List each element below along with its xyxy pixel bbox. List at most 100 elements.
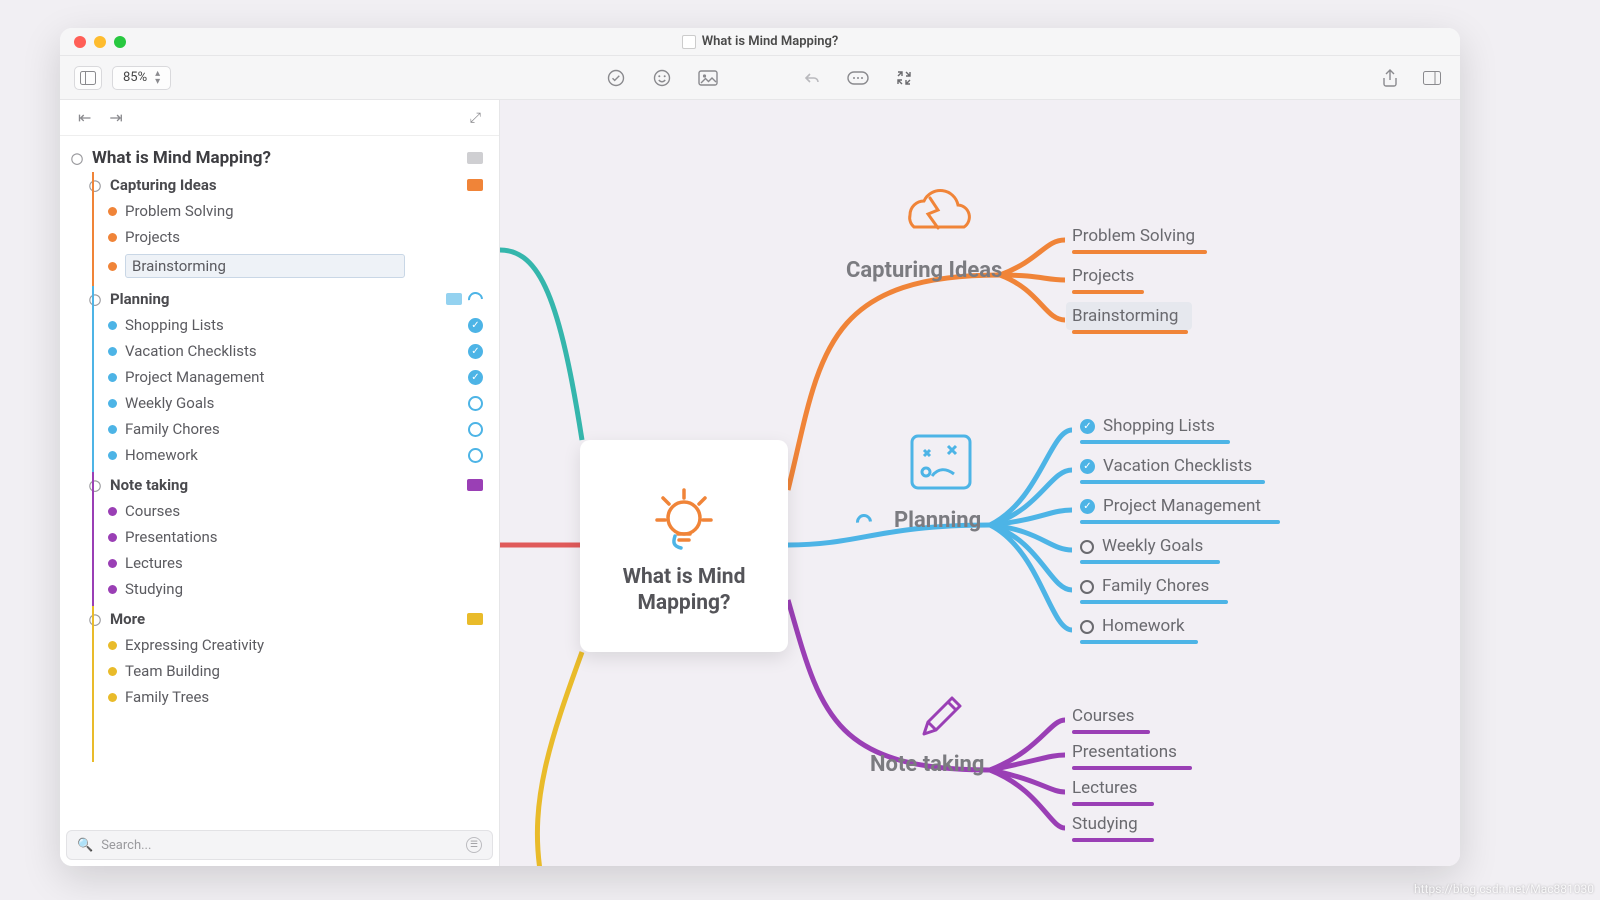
outline-item-editing[interactable]: Brainstorming (66, 250, 487, 282)
outline-item[interactable]: Projects (66, 224, 487, 250)
outline-item[interactable]: Vacation Checklists✓ (66, 338, 487, 364)
outline-item[interactable]: Shopping Lists✓ (66, 312, 487, 338)
check-icon[interactable]: ✓ (468, 370, 483, 385)
leaf-node[interactable]: Homework (1080, 616, 1185, 640)
outline-group-more[interactable]: ◯ More (66, 606, 487, 632)
outline-item[interactable]: Problem Solving (66, 198, 487, 224)
outline-item[interactable]: Lectures (66, 550, 487, 576)
titlebar: What is Mind Mapping? (60, 28, 1460, 56)
leaf-node-selected[interactable]: Brainstorming (1072, 306, 1178, 330)
share-button[interactable] (1376, 66, 1404, 90)
leaf-node[interactable]: Studying (1072, 814, 1138, 838)
app-window: What is Mind Mapping? 85% ▴▾ (60, 28, 1460, 866)
leaf-node[interactable]: ✓Project Management (1080, 496, 1261, 520)
leaf-node[interactable]: Courses (1072, 706, 1134, 730)
chevron-down-icon[interactable]: ◯ (88, 479, 102, 492)
expand-icon[interactable]: ⤢ (470, 110, 481, 126)
plan-board-icon (908, 432, 974, 496)
outline-root[interactable]: ◯ What is Mind Mapping? (66, 144, 487, 172)
outline-item[interactable]: Courses (66, 498, 487, 524)
mindmap-canvas[interactable]: What is MindMapping? Capturing Ideas Pro… (500, 100, 1460, 866)
emoji-button[interactable] (648, 66, 676, 90)
outline-item[interactable]: Family Chores (66, 416, 487, 442)
leaf-node[interactable]: Problem Solving (1072, 226, 1195, 250)
check-icon[interactable]: ✓ (468, 318, 483, 333)
note-button[interactable] (844, 66, 872, 90)
image-button[interactable] (694, 66, 722, 90)
outline-group-label: More (110, 610, 145, 628)
search-input[interactable]: 🔍 Search... ☰ (66, 830, 493, 860)
image-badge-icon (467, 479, 483, 491)
toggle-sidebar-button[interactable] (74, 66, 102, 90)
leaf-node[interactable]: Weekly Goals (1080, 536, 1203, 560)
outline-item[interactable]: Team Building (66, 658, 487, 684)
lightbulb-icon (645, 476, 723, 554)
focus-icon (895, 69, 913, 87)
leaf-node[interactable]: Presentations (1072, 742, 1177, 766)
outline-group-planning[interactable]: ◯ Planning (66, 286, 487, 312)
outline-item[interactable]: Homework (66, 442, 487, 468)
check-icon[interactable]: ✓ (1080, 459, 1095, 474)
outline-item[interactable]: Presentations (66, 524, 487, 550)
undo-icon (802, 71, 822, 85)
unchecked-icon[interactable] (1080, 620, 1094, 634)
image-badge-icon (446, 293, 462, 305)
smiley-icon (653, 69, 671, 87)
leaf-node[interactable]: Lectures (1072, 778, 1137, 802)
outline-group-label: Planning (110, 290, 169, 308)
branch-notetaking[interactable]: Note taking (870, 752, 984, 777)
chevron-down-icon[interactable]: ◯ (88, 613, 102, 626)
nav-back-icon[interactable]: ⇤ (78, 108, 91, 127)
outline-edit-input[interactable]: Brainstorming (125, 254, 405, 278)
central-node[interactable]: What is MindMapping? (580, 440, 788, 652)
image-badge-icon (467, 179, 483, 191)
chevron-down-icon[interactable]: ◯ (88, 293, 102, 306)
leaf-node[interactable]: ✓Shopping Lists (1080, 416, 1215, 440)
chevron-down-icon[interactable]: ◯ (88, 179, 102, 192)
watermark: https://blog.csdn.net/Mac881030 (1414, 882, 1594, 896)
zoom-selector[interactable]: 85% ▴▾ (112, 66, 171, 90)
outline-item[interactable]: Family Trees (66, 684, 487, 710)
leaf-node[interactable]: ✓Vacation Checklists (1080, 456, 1252, 480)
search-icon: 🔍 (77, 838, 93, 853)
clear-search-icon[interactable]: ☰ (466, 837, 482, 853)
outline-group-label: Capturing Ideas (110, 176, 217, 194)
share-icon (1382, 69, 1398, 87)
unchecked-icon[interactable] (468, 448, 483, 463)
inspector-button[interactable] (1418, 66, 1446, 90)
leaf-node[interactable]: Family Chores (1080, 576, 1209, 600)
branch-planning[interactable]: Planning (894, 508, 981, 533)
outline-item[interactable]: Weekly Goals (66, 390, 487, 416)
chevron-updown-icon: ▴▾ (155, 70, 160, 86)
outline-list[interactable]: ◯ What is Mind Mapping? ◯ Capturing Idea… (60, 136, 499, 824)
sidebar-icon (80, 71, 96, 85)
chevron-down-icon[interactable]: ◯ (70, 152, 84, 165)
central-title: What is MindMapping? (623, 564, 746, 617)
undo-button[interactable] (798, 66, 826, 90)
outline-group-label: Note taking (110, 476, 188, 494)
task-complete-button[interactable] (602, 66, 630, 90)
image-badge-icon (467, 152, 483, 164)
outline-root-label: What is Mind Mapping? (92, 148, 271, 168)
outline-group-notetaking[interactable]: ◯ Note taking (66, 472, 487, 498)
pencil-icon (914, 692, 966, 748)
check-icon[interactable]: ✓ (468, 344, 483, 359)
brainstorm-cloud-icon (890, 170, 980, 244)
focus-button[interactable] (890, 66, 918, 90)
unchecked-icon[interactable] (1080, 580, 1094, 594)
unchecked-icon[interactable] (468, 396, 483, 411)
unchecked-icon[interactable] (1080, 540, 1094, 554)
zoom-value: 85% (123, 70, 147, 85)
document-icon (682, 35, 696, 49)
branch-capturing[interactable]: Capturing Ideas (846, 258, 1002, 283)
outline-group-capturing[interactable]: ◯ Capturing Ideas (66, 172, 487, 198)
outline-item[interactable]: Expressing Creativity (66, 632, 487, 658)
unchecked-icon[interactable] (468, 422, 483, 437)
outline-item[interactable]: Project Management✓ (66, 364, 487, 390)
outline-item[interactable]: Studying (66, 576, 487, 602)
check-icon[interactable]: ✓ (1080, 419, 1095, 434)
nav-forward-icon[interactable]: ⇥ (109, 108, 122, 127)
leaf-node[interactable]: Projects (1072, 266, 1134, 290)
image-badge-icon (467, 613, 483, 625)
check-icon[interactable]: ✓ (1080, 499, 1095, 514)
